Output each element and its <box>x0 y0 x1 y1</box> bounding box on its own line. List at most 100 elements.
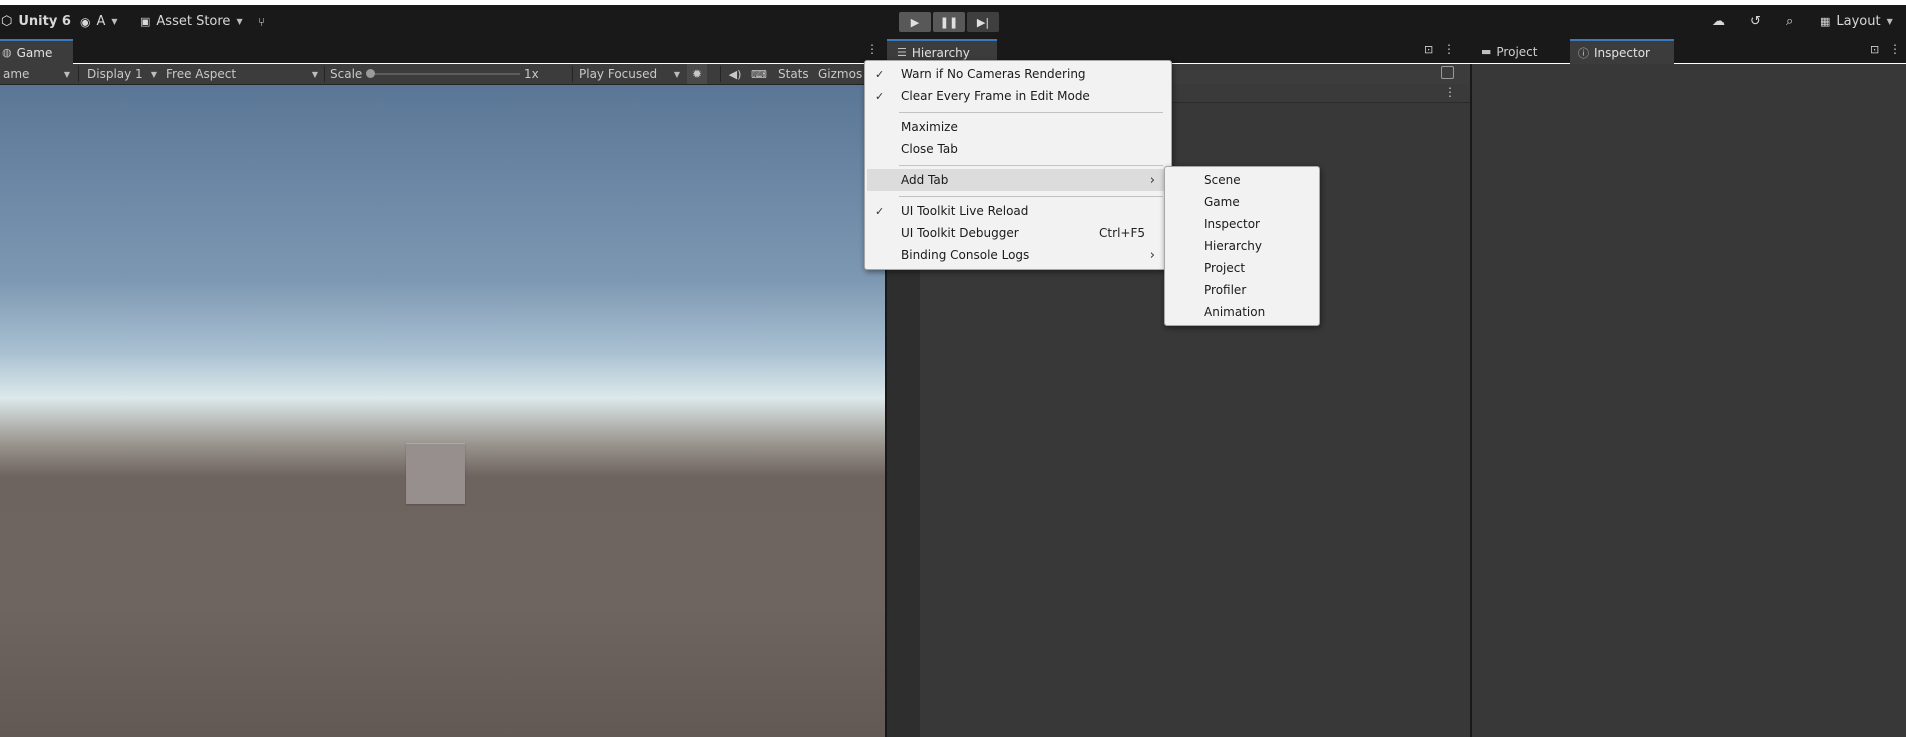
chevron-right-icon: › <box>1149 172 1155 188</box>
chevron-right-icon: › <box>1149 247 1155 263</box>
game-view-toolbar: ame ▼ Display 1 ▼ Free Aspect ▼ Scale 1x… <box>0 64 885 85</box>
submenu-item-project[interactable]: Project <box>1167 257 1317 279</box>
bug-icon: ✹ <box>691 67 703 81</box>
chevron-down-icon: ▼ <box>111 17 118 26</box>
account-dropdown[interactable]: ◉ A ▼ <box>80 5 118 38</box>
menu-item-binding-console-logs[interactable]: Binding Console Logs › <box>867 244 1169 266</box>
shortcuts-button[interactable]: ⌨ <box>750 64 768 84</box>
aspect-dropdown[interactable]: Free Aspect ▼ <box>163 64 322 84</box>
checkmark-icon: ✓ <box>875 204 885 218</box>
display-dropdown[interactable]: Display 1 ▼ <box>84 64 161 84</box>
list-icon: ☰ <box>897 46 907 59</box>
menu-item-live-reload[interactable]: ✓ UI Toolkit Live Reload <box>867 200 1169 222</box>
chevron-down-icon: ▼ <box>673 69 680 79</box>
tab-inspector[interactable]: ⓘ Inspector <box>1570 39 1674 64</box>
scale-slider-thumb[interactable] <box>366 69 375 78</box>
aspect-label: Free Aspect <box>166 67 237 81</box>
kebab-menu-icon[interactable]: ⋮ <box>1443 42 1455 56</box>
submenu-item-scene[interactable]: Scene <box>1167 169 1317 191</box>
tab-context-menu: ✓ Warn if No Cameras Rendering ✓ Clear E… <box>864 60 1172 270</box>
menu-separator <box>899 165 1163 166</box>
tab-project[interactable]: ▬ Project <box>1473 39 1569 64</box>
kebab-menu-icon[interactable]: ⋮ <box>1444 85 1456 99</box>
tab-hierarchy-label: Hierarchy <box>911 45 970 60</box>
gamepad-icon: ◍ <box>2 46 12 59</box>
inspector-panel <box>1470 64 1906 737</box>
menu-item-maximize[interactable]: Maximize <box>867 116 1169 138</box>
game-mode-label: ame <box>3 67 30 81</box>
game-viewport[interactable] <box>0 85 885 737</box>
scale-label: Scale <box>330 67 363 81</box>
chevron-down-icon: ▼ <box>311 69 318 79</box>
chevron-down-icon: ▼ <box>1886 17 1893 26</box>
folder-icon: ▬ <box>1481 45 1492 58</box>
checkmark-icon: ✓ <box>875 67 885 81</box>
chevron-down-icon: ▼ <box>236 17 243 26</box>
stats-button[interactable]: Stats <box>778 64 809 84</box>
tab-menu-kebab-icon[interactable]: ⋮ <box>866 42 878 56</box>
asset-store-dropdown[interactable]: ▣ Asset Store ▼ <box>140 5 243 38</box>
cube-object <box>406 443 465 504</box>
menu-item-add-tab[interactable]: Add Tab › <box>867 169 1169 191</box>
shortcut-label: Ctrl+F5 <box>1099 226 1145 240</box>
checkmark-icon: ✓ <box>875 89 885 103</box>
gizmos-button[interactable]: Gizmos <box>818 64 862 84</box>
game-tab-bar <box>0 38 885 63</box>
asset-store-label: Asset Store <box>156 14 231 29</box>
account-icon: ◉ <box>80 14 91 29</box>
menu-item-warn-no-cameras[interactable]: ✓ Warn if No Cameras Rendering <box>867 63 1169 85</box>
step-icon: ▶| <box>976 15 990 29</box>
version-control-button[interactable]: ⑂ <box>258 5 265 38</box>
branch-icon: ⑂ <box>258 14 266 29</box>
submenu-item-inspector[interactable]: Inspector <box>1167 213 1317 235</box>
scale-slider-track[interactable] <box>370 73 520 75</box>
cloud-icon: ☁ <box>1712 14 1725 29</box>
layout-label: Layout <box>1836 14 1881 29</box>
menu-item-close-tab[interactable]: Close Tab <box>867 138 1169 160</box>
history-button[interactable]: ↺ <box>1750 5 1761 38</box>
app-title: Unity 6 <box>18 14 71 29</box>
search-icon: ⌕ <box>1786 14 1794 29</box>
pause-icon: ❚❚ <box>939 15 959 29</box>
info-icon: ⓘ <box>1578 46 1589 60</box>
layout-icon: ▦ <box>1820 15 1831 28</box>
chevron-down-icon: ▼ <box>63 69 70 79</box>
lock-icon[interactable]: ⊡ <box>1424 43 1433 56</box>
display-label: Display 1 <box>87 67 143 81</box>
submenu-item-game[interactable]: Game <box>1167 191 1317 213</box>
menu-separator <box>899 112 1163 113</box>
menu-item-ui-toolkit-debugger[interactable]: UI Toolkit Debugger Ctrl+F5 <box>867 222 1169 244</box>
scale-value: 1x <box>524 67 539 81</box>
layout-dropdown[interactable]: ▦ Layout ▼ <box>1820 5 1893 38</box>
pause-button[interactable]: ❚❚ <box>933 12 965 32</box>
menu-item-clear-every-frame[interactable]: ✓ Clear Every Frame in Edit Mode <box>867 85 1169 107</box>
main-toolbar: ⬡ Unity 6 ◉ A ▼ ▣ Asset Store ▼ ⑂ ▶ ❚❚ ▶… <box>0 5 1906 38</box>
search-button[interactable]: ⌕ <box>1786 5 1793 38</box>
game-mode-dropdown[interactable]: ame ▼ <box>0 64 74 84</box>
cloud-button[interactable]: ☁ <box>1712 5 1725 38</box>
play-button[interactable]: ▶ <box>899 12 931 32</box>
menu-separator <box>899 196 1163 197</box>
lock-icon[interactable]: ⊡ <box>1870 43 1879 56</box>
chevron-down-icon: ▼ <box>150 69 157 79</box>
submenu-item-hierarchy[interactable]: Hierarchy <box>1167 235 1317 257</box>
history-icon: ↺ <box>1750 14 1761 29</box>
tab-game[interactable]: ◍ Game <box>0 39 73 64</box>
mute-audio-button[interactable]: ◀) <box>726 64 744 84</box>
tab-game-label: Game <box>16 45 53 60</box>
speaker-icon: ◀) <box>728 67 742 81</box>
play-mode-dropdown[interactable]: Play Focused ▼ <box>576 64 684 84</box>
step-button[interactable]: ▶| <box>967 12 999 32</box>
bag-icon: ▣ <box>140 15 151 28</box>
tab-project-label: Project <box>1496 44 1538 59</box>
kebab-menu-icon[interactable]: ⋮ <box>1889 42 1901 56</box>
unity-account-button[interactable]: ⬡ Unity 6 <box>1 5 71 38</box>
play-mode-label: Play Focused <box>579 67 658 81</box>
submenu-item-animation[interactable]: Animation <box>1167 301 1317 323</box>
search-filter-icon[interactable] <box>1441 66 1454 79</box>
add-tab-submenu: Scene Game Inspector Hierarchy Project P… <box>1164 166 1320 326</box>
debug-button[interactable]: ✹ <box>687 64 707 84</box>
keyboard-icon: ⌨ <box>751 67 767 81</box>
account-label: A <box>96 14 106 29</box>
submenu-item-profiler[interactable]: Profiler <box>1167 279 1317 301</box>
